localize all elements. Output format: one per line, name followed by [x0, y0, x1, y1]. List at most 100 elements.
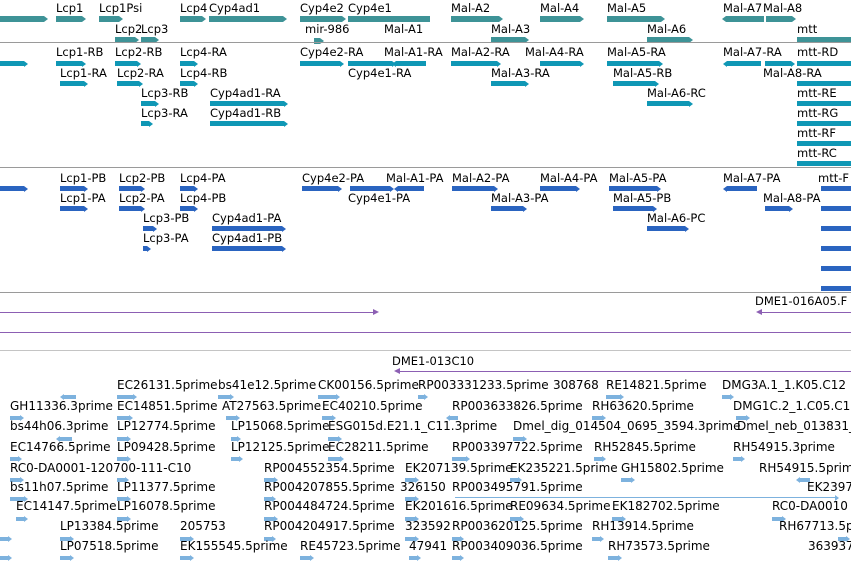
transcript-feature[interactable] [765, 61, 791, 66]
protein-feature[interactable] [647, 226, 685, 231]
transcript-label[interactable]: Lcp3-RA [141, 107, 188, 120]
transcript-label[interactable]: Mal-A3-RA [491, 67, 550, 80]
protein-label[interactable]: Lcp4-PA [180, 172, 226, 185]
genome-browser-view[interactable]: Lcp1 Lcp1Psi Lcp2 Lcp3 Lcp4 Cyp4ad1 Cyp4… [0, 0, 851, 561]
transcript-label[interactable]: Cyp4ad1-RB [210, 107, 281, 120]
protein-feature[interactable] [0, 186, 24, 191]
protein-feature[interactable] [350, 186, 390, 191]
est-label[interactable]: EC14766.5prime [10, 441, 111, 454]
protein-label[interactable]: Lcp1-PA [60, 192, 106, 205]
gene-feature[interactable] [99, 16, 119, 22]
transcript-label[interactable]: Mal-A7-RA [723, 46, 782, 59]
est-label[interactable]: LP16078.5prime [117, 500, 216, 513]
protein-label[interactable]: Mal-A3-PA [491, 192, 548, 205]
est-label[interactable]: RH54915.3prime [733, 441, 835, 454]
est-label[interactable]: LP13384.5prime [60, 520, 159, 533]
transcript-label[interactable]: Lcp1-RA [60, 67, 107, 80]
gene-feature[interactable] [0, 16, 44, 22]
gene-label[interactable]: Cyp4e2 [300, 2, 344, 15]
bac-feature[interactable] [0, 332, 851, 333]
est-label[interactable]: EC14851.5prime [117, 400, 218, 413]
transcript-feature[interactable] [0, 61, 24, 66]
est-label[interactable]: RP003331233.5prime [418, 379, 549, 392]
transcript-feature[interactable] [60, 81, 84, 86]
transcript-label[interactable]: Mal-A2-RA [451, 46, 510, 59]
transcript-label[interactable]: Mal-A8-RA [763, 67, 822, 80]
est-label[interactable]: GH11336.3prime [10, 400, 113, 413]
est-feature[interactable] [621, 478, 631, 482]
gene-feature[interactable] [300, 16, 342, 22]
bac-label[interactable]: DME1-016A05.F [755, 295, 847, 308]
protein-label[interactable]: Lcp4-PB [180, 192, 226, 205]
gene-label[interactable]: Mal-A7 [723, 2, 762, 15]
protein-label[interactable]: Lcp3-PA [143, 232, 189, 245]
protein-feature[interactable] [540, 186, 576, 191]
protein-feature[interactable] [452, 186, 494, 191]
protein-label[interactable]: Cyp4e2-PA [302, 172, 364, 185]
protein-label[interactable]: Mal-A6-PC [647, 212, 705, 225]
bac-feature[interactable] [394, 368, 851, 374]
est-label[interactable]: DMG3A.1_1.K05.C12 [722, 379, 846, 392]
est-label[interactable]: EK235221.5prime [510, 462, 618, 475]
protein-label[interactable]: Mal-A5-PA [609, 172, 666, 185]
est-label[interactable]: RP004207855.5prime [264, 481, 395, 494]
gene-label[interactable]: mtt [797, 23, 817, 36]
gene-feature[interactable] [726, 16, 764, 22]
transcript-label[interactable]: Cyp4ad1-RA [210, 87, 281, 100]
gene-label[interactable]: Lcp3 [141, 23, 168, 36]
transcript-label[interactable]: Lcp4-RB [180, 67, 227, 80]
transcript-label[interactable]: mtt-RF [797, 127, 836, 140]
protein-feature[interactable] [765, 206, 789, 211]
est-label[interactable]: bs41e12.5prime [218, 379, 316, 392]
transcript-label[interactable]: Lcp2-RA [117, 67, 164, 80]
transcript-feature[interactable] [647, 101, 689, 106]
protein-label[interactable]: Mal-A4-PA [540, 172, 597, 185]
est-label[interactable]: RH13914.5prime [592, 520, 694, 533]
est-label[interactable]: RP004204917.5prime [264, 520, 395, 533]
protein-feature[interactable] [821, 286, 851, 291]
protein-feature[interactable] [180, 206, 194, 211]
est-feature[interactable] [722, 395, 730, 399]
protein-label[interactable]: Cyp4e1-PA [348, 192, 410, 205]
transcript-label[interactable]: Mal-A5-RA [607, 46, 666, 59]
est-label[interactable]: 323592 [405, 520, 451, 533]
est-label[interactable]: EK201616.5prime [405, 500, 513, 513]
protein-feature[interactable] [821, 246, 851, 251]
transcript-label[interactable]: mtt-RE [797, 87, 837, 100]
gene-label[interactable]: Lcp4 [180, 2, 207, 15]
est-label[interactable]: LP07518.5prime [60, 540, 159, 553]
transcript-label[interactable]: Lcp2-RB [115, 46, 162, 59]
est-label[interactable]: RH52845.5prime [594, 441, 696, 454]
gene-feature[interactable] [540, 16, 580, 22]
transcript-label[interactable]: Lcp1-RB [56, 46, 103, 59]
est-label[interactable]: RH73573.5prime [608, 540, 710, 553]
transcript-label[interactable]: Mal-A1-RA [384, 46, 443, 59]
transcript-feature[interactable] [540, 61, 580, 66]
protein-label[interactable]: Mal-A7-PA [723, 172, 780, 185]
est-label[interactable]: EC26131.5prime [117, 379, 218, 392]
est-label[interactable]: RC0-DA0001-120700-111-C10 [10, 462, 191, 475]
est-label[interactable]: RP003409036.5prime [452, 540, 583, 553]
protein-feature[interactable] [143, 246, 147, 251]
est-label[interactable]: RP003495791.5prime [452, 481, 583, 494]
est-label[interactable]: 47941 [409, 540, 447, 553]
gene-label[interactable]: Mal-A1 [384, 23, 423, 36]
transcript-label[interactable]: mtt-RG [797, 107, 838, 120]
bac-feature[interactable] [756, 309, 851, 315]
transcript-feature[interactable] [727, 61, 761, 66]
protein-feature[interactable] [727, 186, 757, 191]
transcript-feature[interactable] [348, 61, 392, 66]
est-label[interactable]: bs11h07.5prime [10, 481, 108, 494]
protein-feature[interactable] [821, 206, 851, 211]
transcript-label[interactable]: Cyp4e2-RA [300, 46, 363, 59]
bac-feature[interactable] [0, 309, 379, 315]
est-label[interactable]: LP12125.5prime [231, 441, 330, 454]
protein-label[interactable]: Cyp4ad1-PA [212, 212, 281, 225]
protein-feature[interactable] [821, 266, 851, 271]
protein-label[interactable]: Mal-A1-PA [386, 172, 443, 185]
protein-label[interactable]: mtt-F [818, 172, 849, 185]
est-feature[interactable] [0, 556, 8, 560]
est-feature[interactable] [180, 556, 190, 560]
est-label[interactable]: RE14821.5prime [606, 379, 707, 392]
gene-label[interactable]: Mal-A2 [451, 2, 490, 15]
